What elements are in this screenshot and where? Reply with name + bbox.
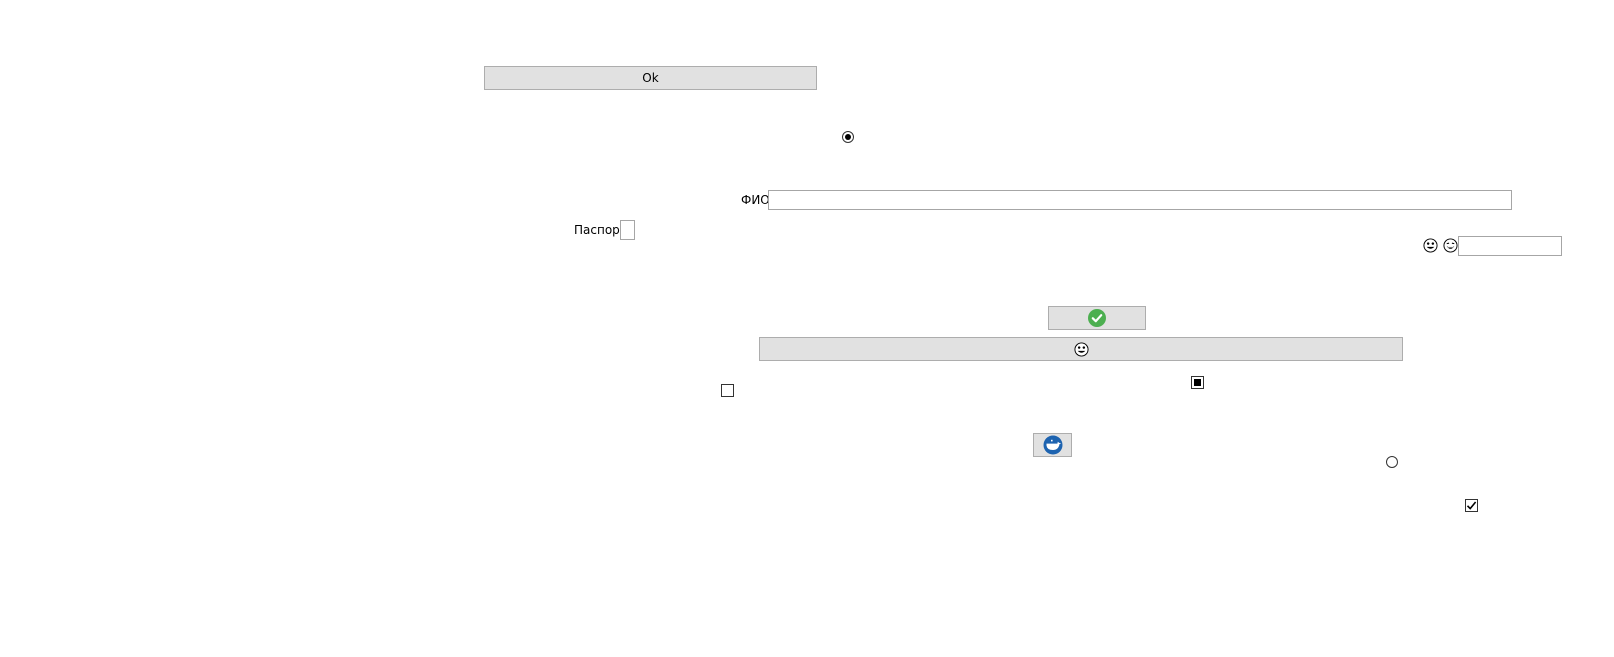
radio-option-bottom[interactable] — [1386, 456, 1398, 468]
checkmark-icon — [1466, 501, 1477, 510]
radio-dot — [845, 134, 851, 140]
smiley-face-icon — [1073, 341, 1089, 357]
passport-input[interactable] — [620, 220, 635, 240]
smiley-button[interactable] — [759, 337, 1403, 361]
fio-input[interactable] — [768, 190, 1512, 210]
radio-option-top[interactable] — [842, 131, 854, 143]
ok-button[interactable]: Ok — [484, 66, 817, 90]
ok-button-label: Ok — [642, 71, 659, 85]
grinning-face-icon[interactable] — [1423, 238, 1438, 253]
laughing-face-icon[interactable] — [1443, 238, 1458, 253]
green-check-icon — [1088, 309, 1106, 327]
docker-button[interactable] — [1033, 433, 1072, 457]
passport-label: Паспорт — [574, 223, 627, 237]
checkbox-indeterminate[interactable] — [1191, 376, 1204, 389]
checkbox-bottom[interactable] — [1465, 499, 1478, 512]
indeterminate-mark — [1194, 379, 1201, 386]
small-input[interactable] — [1458, 236, 1562, 256]
confirm-button[interactable] — [1048, 306, 1146, 330]
checkbox-left[interactable] — [721, 384, 734, 397]
docker-whale-icon — [1043, 435, 1062, 455]
fio-label: ФИО — [741, 193, 770, 207]
